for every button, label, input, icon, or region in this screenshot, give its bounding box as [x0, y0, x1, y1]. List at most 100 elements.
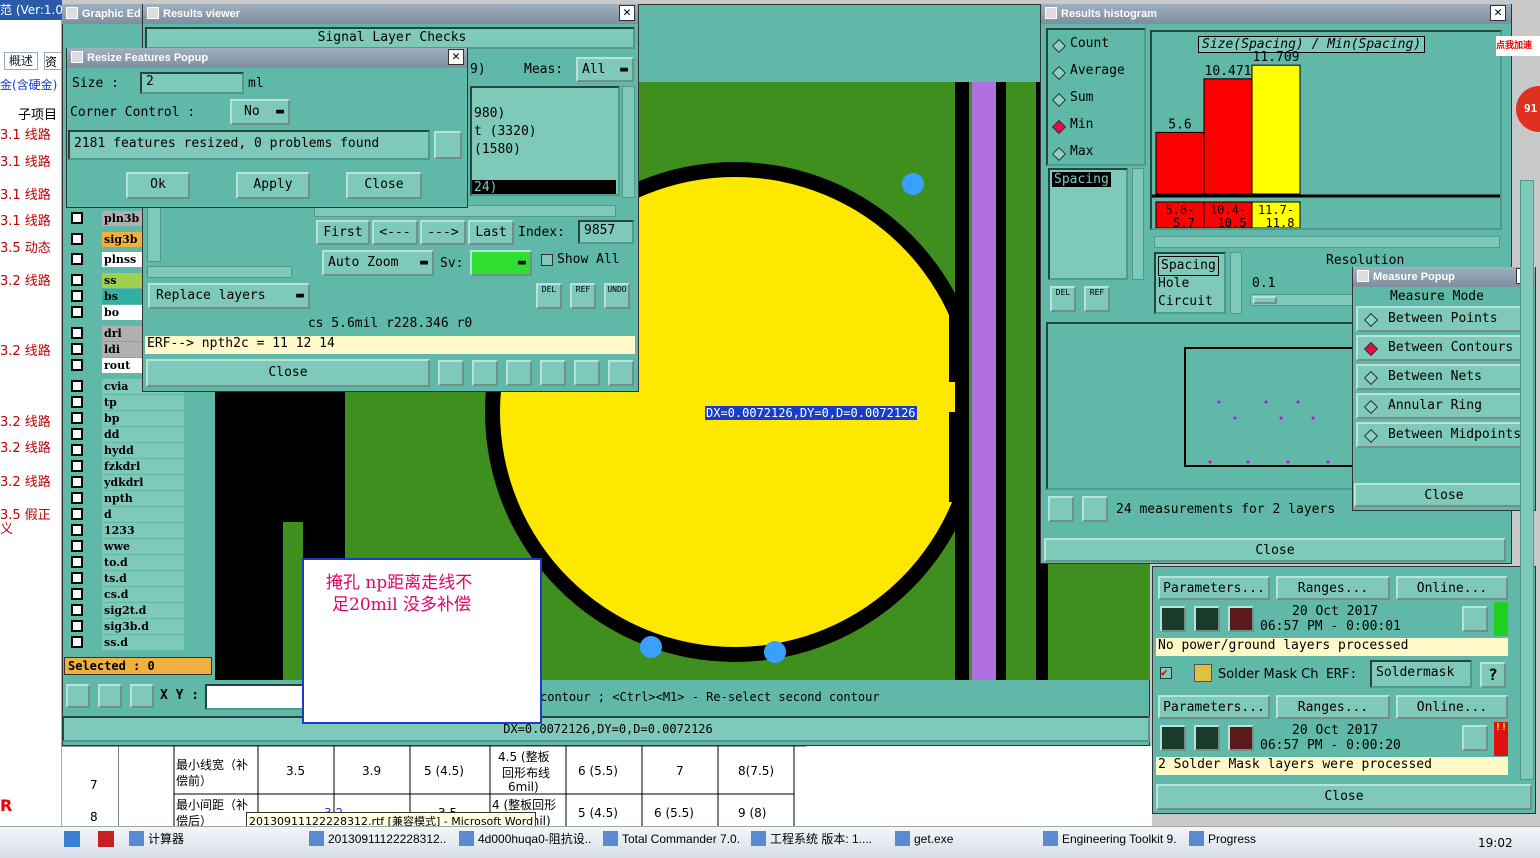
layer-name[interactable]: npth [102, 491, 184, 506]
index-input[interactable]: 9857 [578, 220, 634, 244]
taskbar-item[interactable]: 计算器 [126, 828, 254, 850]
online-button[interactable]: Online... [1396, 576, 1508, 600]
layer-row[interactable]: sig3b.d [68, 619, 184, 634]
layer-row[interactable]: npth [68, 491, 184, 506]
ref-icon[interactable]: REF [1084, 286, 1110, 312]
category-list-scroll[interactable] [1230, 252, 1242, 314]
erf-input[interactable]: Soldermask [1370, 660, 1472, 688]
histogram-bar[interactable] [1203, 78, 1253, 195]
run-all-icon[interactable] [1194, 606, 1220, 632]
list-item-selected[interactable]: 24) [472, 180, 616, 194]
sv-color-dropdown[interactable]: ▬ [470, 250, 532, 276]
stop-icon[interactable] [1228, 606, 1254, 632]
layer-row[interactable]: wwe [68, 539, 184, 554]
run-icon[interactable] [1160, 725, 1186, 751]
list-item[interactable]: Hole [1158, 275, 1189, 293]
taskbar-item[interactable]: Progress [1186, 828, 1296, 850]
help-button[interactable]: ? [1480, 662, 1506, 688]
quicklaunch-icon[interactable] [64, 831, 80, 847]
layer-row[interactable]: tp [68, 395, 184, 410]
mode-max[interactable]: Max [1070, 144, 1093, 159]
taskbar-item[interactable]: 工程系统 版本: 1.... [748, 828, 884, 850]
layer-row[interactable]: 1233 [68, 523, 184, 538]
layer-name[interactable]: hydd [102, 443, 184, 458]
meas-dropdown[interactable]: All ▬ [576, 57, 634, 82]
list-item[interactable]: 980) [474, 106, 505, 121]
measure-option[interactable]: Between Points [1356, 306, 1534, 332]
histogram-close-button[interactable]: Close [1044, 538, 1506, 562]
measure-option[interactable]: Between Contours [1356, 335, 1534, 361]
layer-name[interactable]: dd [102, 427, 184, 442]
layer-name[interactable]: 1233 [102, 523, 184, 538]
layer-row[interactable]: dd [68, 427, 184, 442]
mode-average[interactable]: Average [1070, 63, 1125, 78]
corner-dropdown[interactable]: No ▬ [230, 99, 290, 125]
accelerate-ball[interactable]: 91 [1516, 86, 1540, 132]
list-item[interactable]: t (3320) [474, 124, 537, 139]
layer-checkbox[interactable] [71, 444, 83, 456]
layer-checkbox[interactable] [71, 620, 83, 632]
layer-name[interactable]: fzkdrl [102, 459, 184, 474]
list-item[interactable]: Spacing [1158, 256, 1219, 276]
layer-checkbox[interactable] [71, 396, 83, 408]
layer-row[interactable]: cs.d [68, 587, 184, 602]
layer-checkbox[interactable] [71, 492, 83, 504]
layer-name[interactable]: wwe [102, 539, 184, 554]
resize-graph-icon[interactable] [434, 131, 462, 159]
measure-tool-icon[interactable] [98, 684, 122, 708]
radio-count[interactable] [1051, 38, 1067, 54]
taskbar-item[interactable]: Engineering Toolkit 9.... [1040, 828, 1176, 850]
report-icon[interactable] [472, 360, 498, 386]
apply-button[interactable]: Apply [236, 172, 310, 199]
histogram-hscroll[interactable] [1154, 236, 1500, 248]
panel-scroll[interactable] [1520, 180, 1534, 780]
layer-name[interactable]: ts.d [102, 571, 184, 586]
grid-tool-icon[interactable] [130, 684, 154, 708]
radio-average[interactable] [1051, 65, 1067, 81]
solder-check-checkbox[interactable]: ✔ [1160, 667, 1172, 679]
radio-sum[interactable] [1051, 92, 1067, 108]
panel-close-button[interactable]: Close [1156, 784, 1532, 810]
nav-first[interactable]: First [316, 220, 370, 245]
layer-name[interactable]: to.d [102, 555, 184, 570]
stop-icon[interactable] [1228, 725, 1254, 751]
left-hscroll[interactable] [147, 266, 292, 278]
layer-checkbox[interactable] [71, 476, 83, 488]
pdf-icon[interactable] [98, 831, 114, 847]
run-all-icon[interactable] [1194, 725, 1220, 751]
histogram-bar[interactable] [1251, 64, 1301, 195]
layer-row[interactable]: bp [68, 411, 184, 426]
category-list[interactable]: Spacing Hole Circuit [1154, 252, 1226, 314]
layer-name[interactable]: cs.d [102, 587, 184, 602]
parameters-button-2[interactable]: Parameters... [1158, 695, 1270, 719]
layer-name[interactable]: tp [102, 395, 184, 410]
results-close-button[interactable]: Close [146, 359, 430, 387]
taskbar-item[interactable]: Total Commander 7.0... [600, 828, 740, 850]
spacing-list-scroll[interactable] [1132, 168, 1144, 280]
layer-checkbox[interactable] [71, 412, 83, 424]
layer-row[interactable]: to.d [68, 555, 184, 570]
layer-name[interactable]: ydkdrl [102, 475, 184, 490]
xy-input[interactable] [205, 684, 305, 710]
undo-icon[interactable]: UNDO [604, 283, 630, 309]
ok-button[interactable]: Ok [126, 172, 190, 199]
resize-close-button[interactable]: Close [346, 172, 422, 199]
measure-close-button[interactable]: Close [1354, 483, 1534, 507]
list-icon[interactable] [574, 360, 600, 386]
mode-sum[interactable]: Sum [1070, 90, 1093, 105]
nav-last[interactable]: Last [468, 220, 514, 245]
nav-next[interactable]: ---> [420, 220, 466, 245]
zoom-in-icon[interactable] [1462, 606, 1488, 632]
list-item[interactable]: (1580) [474, 142, 521, 157]
online-button-2[interactable]: Online... [1396, 695, 1508, 719]
layer-checkbox[interactable] [71, 274, 83, 286]
ranges-button-2[interactable]: Ranges... [1276, 695, 1390, 719]
layer-checkbox[interactable] [71, 572, 83, 584]
measure-option[interactable]: Annular Ring [1356, 393, 1534, 419]
taskbar-item[interactable]: 20130911122228312... [306, 828, 446, 850]
erf-icon[interactable] [506, 360, 532, 386]
layer-row[interactable]: ts.d [68, 571, 184, 586]
layer-name[interactable]: d [102, 507, 184, 522]
taskbar-item[interactable]: get.exe [892, 828, 1032, 850]
layer-checkbox[interactable] [71, 343, 83, 355]
